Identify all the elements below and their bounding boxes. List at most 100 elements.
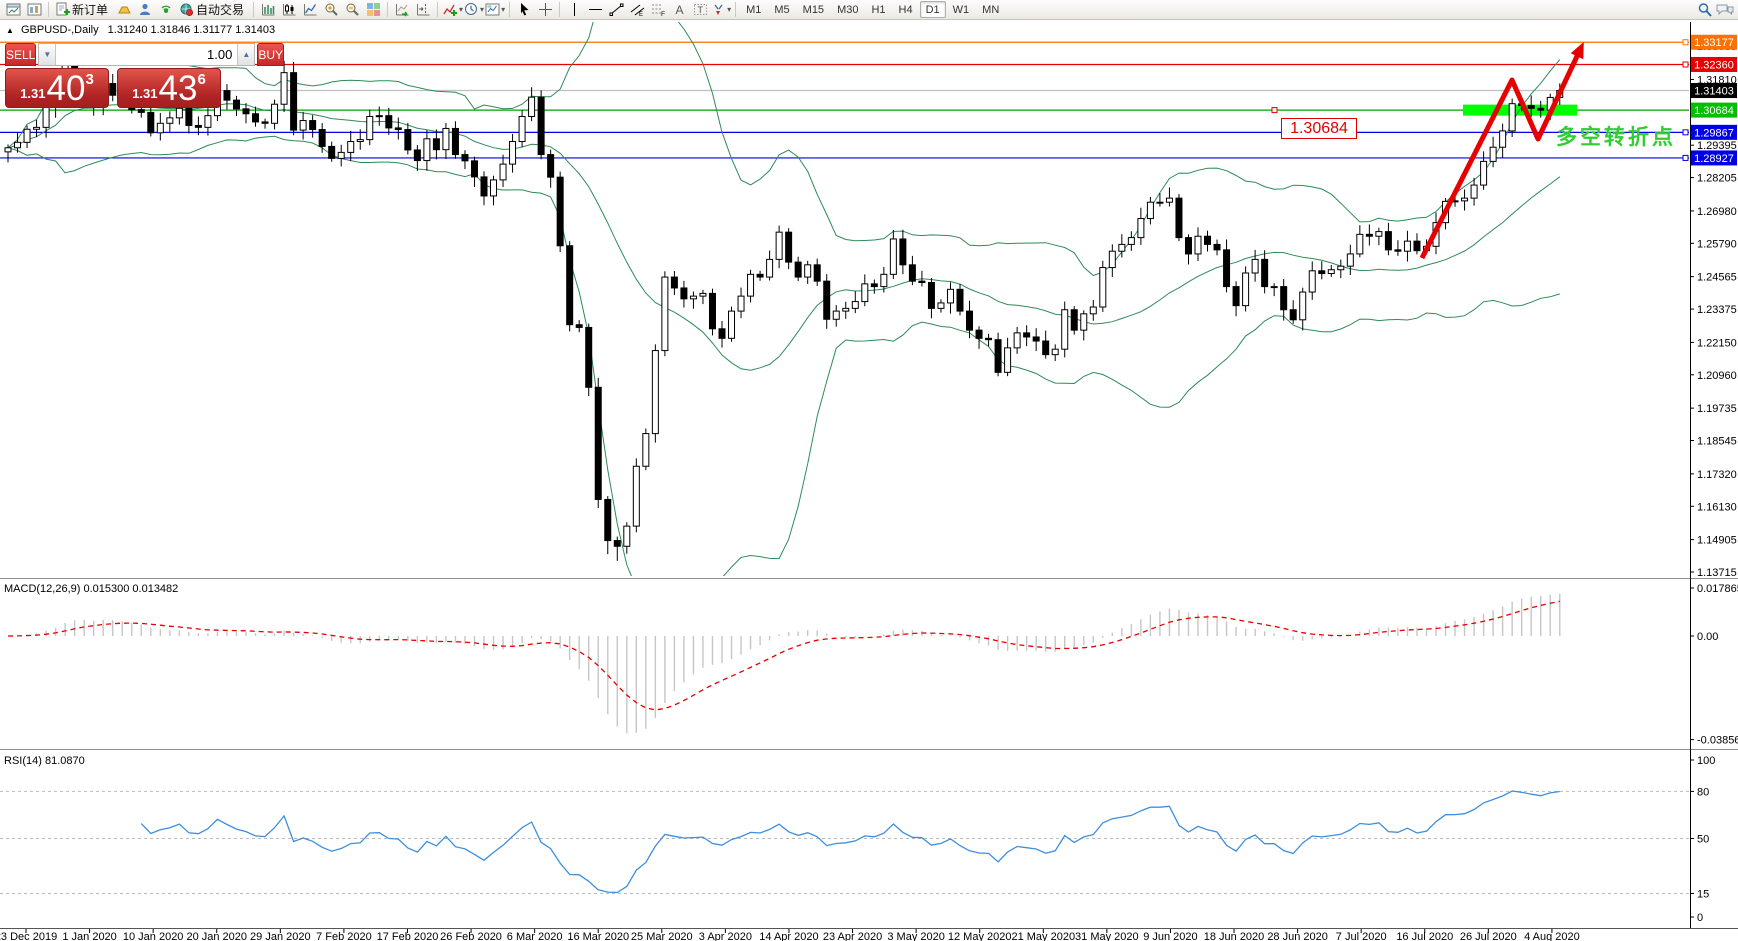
date-tick-label: 28 Jun 2020 xyxy=(1267,931,1328,941)
line-end-marker xyxy=(1683,130,1688,135)
buy-price-pip: 6 xyxy=(197,71,205,88)
turning-point-annotation: 多空转折点 xyxy=(1556,125,1676,149)
trendline-icon xyxy=(609,2,624,17)
price-annotation-box[interactable]: 1.30684 xyxy=(1281,118,1357,139)
collapse-arrow-icon[interactable]: ▲ xyxy=(6,26,14,35)
timeframe-button-D1[interactable]: D1 xyxy=(920,1,946,18)
macd-tick-label: 0.017865 xyxy=(1697,583,1738,595)
volume-decrease-button[interactable]: ▼ xyxy=(39,44,56,65)
price-chart-canvas[interactable]: 多空转折点1.330351.318101.305851.293951.28205… xyxy=(0,20,1738,941)
templates-button[interactable]: ▾ xyxy=(485,1,505,19)
timeframe-button-H1[interactable]: H1 xyxy=(865,1,891,18)
date-tick-label: 18 Jun 2020 xyxy=(1204,931,1265,941)
timeframe-button-M5[interactable]: M5 xyxy=(768,1,795,18)
trendline-button[interactable] xyxy=(606,1,626,19)
rsi-indicator-label: RSI(14) 81.0870 xyxy=(4,755,85,767)
rsi-tick-label: 80 xyxy=(1697,786,1709,798)
sell-price-big: 40 xyxy=(47,70,86,107)
price-tick-label: 1.22150 xyxy=(1697,337,1737,349)
profiles-button[interactable] xyxy=(24,1,44,19)
ohlc-values: 1.31240 1.31846 1.31177 1.31403 xyxy=(108,24,275,36)
macd-indicator-label: MACD(12,26,9) 0.015300 0.013482 xyxy=(4,583,178,595)
text-label-button[interactable]: T xyxy=(690,1,710,19)
line-anchor-marker xyxy=(1272,108,1277,113)
tile-windows-button[interactable] xyxy=(363,1,383,19)
search-button[interactable] xyxy=(1695,1,1715,19)
auto-scroll-button[interactable] xyxy=(392,1,412,19)
crosshair-icon xyxy=(538,2,553,17)
zoom-out-button[interactable] xyxy=(342,1,362,19)
autotrading-button[interactable]: 自动交易 xyxy=(177,1,249,19)
symbol-period-label: GBPUSD-,Daily xyxy=(21,24,99,36)
volume-input[interactable] xyxy=(56,44,237,65)
date-tick-label: 3 Apr 2020 xyxy=(699,931,752,941)
metaeditor-button[interactable] xyxy=(114,1,134,19)
macd-tick-label: 0.00 xyxy=(1697,631,1718,643)
buy-button[interactable]: BUY xyxy=(257,43,284,66)
bar-chart-button[interactable] xyxy=(258,1,278,19)
candles-icon xyxy=(282,2,297,17)
tile-windows-icon xyxy=(366,2,381,17)
chart-shift-button[interactable] xyxy=(413,1,433,19)
date-tick-label: 20 Jan 2020 xyxy=(186,931,247,941)
toolbar-separator xyxy=(437,2,438,17)
svg-text:A: A xyxy=(675,3,683,17)
line-chart-button[interactable] xyxy=(300,1,320,19)
rsi-tick-label: 100 xyxy=(1697,755,1715,767)
autotrading-icon xyxy=(179,2,195,17)
candlestick-button[interactable] xyxy=(279,1,299,19)
fibonacci-button[interactable]: F xyxy=(648,1,668,19)
price-panel: 多空转折点 xyxy=(0,20,1690,608)
timeframe-toolbar: M1M5M15M30H1H4D1W1MN xyxy=(740,1,1005,18)
cursor-button[interactable] xyxy=(514,1,534,19)
timeframe-button-MN[interactable]: MN xyxy=(976,1,1005,18)
macd-tick-label: -0.038561 xyxy=(1697,735,1738,747)
timeframe-button-M15[interactable]: M15 xyxy=(797,1,830,18)
date-tick-label: 4 Aug 2020 xyxy=(1524,931,1580,941)
line-end-marker xyxy=(1683,155,1688,160)
crosshair-button[interactable] xyxy=(535,1,555,19)
date-tick-label: 7 Feb 2020 xyxy=(316,931,372,941)
timeframe-button-M1[interactable]: M1 xyxy=(740,1,767,18)
level-1.32360-badge-label: 1.32360 xyxy=(1694,59,1734,71)
linechart-icon xyxy=(303,2,318,17)
price-tick-label: 1.26980 xyxy=(1697,206,1737,218)
zoom-out-icon xyxy=(345,2,360,17)
zoom-in-button[interactable] xyxy=(321,1,341,19)
community-button[interactable] xyxy=(135,1,155,19)
chat-button[interactable] xyxy=(1715,1,1735,19)
date-tick-label: 26 Feb 2020 xyxy=(440,931,502,941)
price-tick-label: 1.13715 xyxy=(1697,567,1737,579)
date-tick-label: 21 May 2020 xyxy=(1011,931,1075,941)
svg-text:E: E xyxy=(639,12,643,17)
arrows-button[interactable]: ▾ xyxy=(711,1,731,19)
indicators-button[interactable]: ▾ xyxy=(442,1,463,19)
level-1.33177-badge-label: 1.33177 xyxy=(1694,37,1734,49)
date-tick-label: 31 May 2020 xyxy=(1075,931,1139,941)
sell-price-display[interactable]: 1.31 40 3 xyxy=(5,68,109,108)
vertical-line-button[interactable] xyxy=(564,1,584,19)
timeframe-button-W1[interactable]: W1 xyxy=(947,1,976,18)
date-tick-label: 9 Jun 2020 xyxy=(1143,931,1197,941)
text-button[interactable]: A xyxy=(669,1,689,19)
sell-price-pip: 3 xyxy=(85,71,93,88)
horizontal-line-button[interactable] xyxy=(585,1,605,19)
date-tick-label: 16 Mar 2020 xyxy=(567,931,629,941)
new-order-button[interactable]: 新订单 xyxy=(53,1,113,19)
sell-button[interactable]: SELL xyxy=(5,43,36,66)
periods-button[interactable]: ▾ xyxy=(464,1,484,19)
chat-icon xyxy=(1716,2,1734,17)
timeframe-button-M30[interactable]: M30 xyxy=(831,1,864,18)
auto-scroll-icon xyxy=(395,2,410,17)
equidistant-channel-button[interactable]: E xyxy=(627,1,647,19)
signals-button[interactable] xyxy=(156,1,176,19)
date-tick-label: 1 Jan 2020 xyxy=(62,931,116,941)
timeframe-button-H4[interactable]: H4 xyxy=(893,1,919,18)
date-tick-label: 26 Jul 2020 xyxy=(1460,931,1517,941)
buy-price-display[interactable]: 1.31 43 6 xyxy=(117,68,221,108)
volume-increase-button[interactable]: ▲ xyxy=(237,44,254,65)
one-click-trade-panel: SELL ▼ ▲ BUY 1.31 40 3 1.31 43 6 xyxy=(5,43,221,128)
new-chart-button[interactable] xyxy=(3,1,23,19)
chart-shift-icon xyxy=(416,2,431,17)
dropdown-caret: ▾ xyxy=(480,5,484,14)
